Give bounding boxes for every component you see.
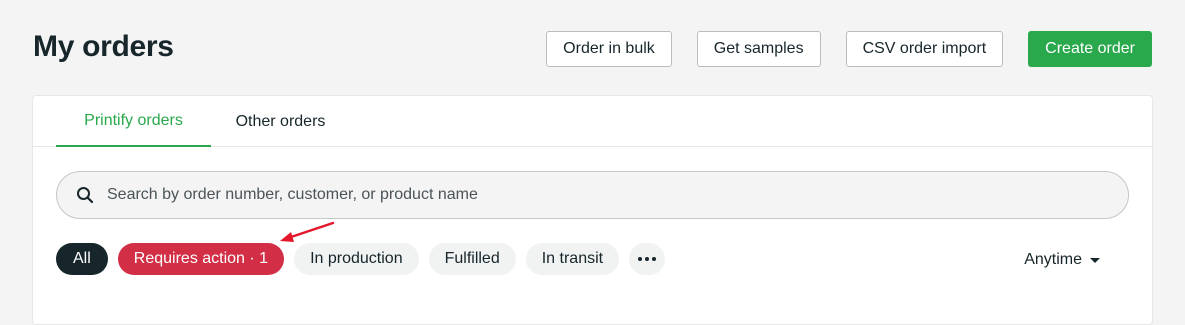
page-title: My orders	[33, 30, 174, 63]
more-filters-button[interactable]	[629, 243, 666, 275]
tab-other-orders[interactable]: Other orders	[223, 96, 338, 147]
create-order-button[interactable]: Create order	[1028, 31, 1152, 67]
csv-order-import-button[interactable]: CSV order import	[845, 31, 1004, 67]
search-input[interactable]	[105, 185, 1069, 205]
header-actions: Order in bulk Get samples CSV order impo…	[546, 31, 1152, 67]
get-samples-button[interactable]: Get samples	[696, 31, 821, 67]
search-bar[interactable]	[56, 171, 1129, 219]
caret-down-icon	[1090, 257, 1100, 263]
more-horizontal-icon	[638, 257, 657, 261]
order-in-bulk-button[interactable]: Order in bulk	[546, 31, 672, 67]
filter-fulfilled[interactable]: Fulfilled	[428, 243, 516, 275]
filter-in-transit[interactable]: In transit	[525, 243, 620, 275]
orders-card: Printify orders Other orders All Require…	[32, 95, 1153, 325]
order-tabs: Printify orders Other orders	[33, 96, 1152, 147]
status-filters: All Requires action · 1 In production Fu…	[56, 243, 666, 275]
filter-requires-action[interactable]: Requires action · 1	[117, 243, 285, 275]
filter-all[interactable]: All	[56, 243, 108, 275]
search-icon	[75, 185, 95, 205]
tab-printify-orders[interactable]: Printify orders	[56, 96, 211, 147]
date-filter-dropdown[interactable]: Anytime	[1024, 251, 1100, 269]
filter-in-production[interactable]: In production	[294, 243, 419, 275]
date-filter-label: Anytime	[1024, 251, 1082, 268]
